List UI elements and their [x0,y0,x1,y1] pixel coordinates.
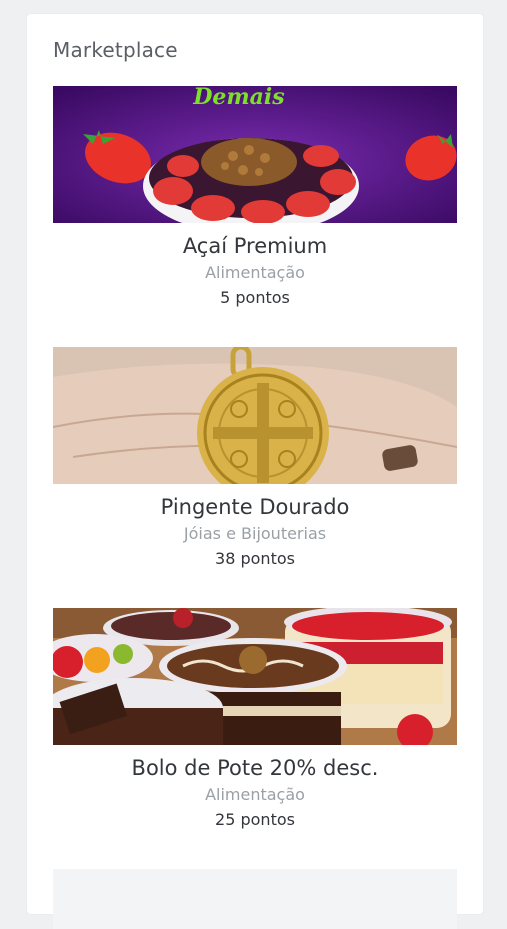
acai-image-text: Demais [192,86,284,110]
gold-pendant-image[interactable] [53,347,457,484]
cake-jars-image[interactable] [53,608,457,745]
product-card-acai[interactable]: Demais Açaí Premium Alimentação 5 pontos [53,86,457,309]
product-name: Açaí Premium [182,234,328,258]
product-category: Alimentação [205,785,305,804]
next-product-card[interactable] [53,869,457,929]
acai-bowl-image[interactable]: Demais [53,86,457,223]
product-category: Jóias e Bijouterias [183,524,327,543]
product-points: 5 pontos [220,288,290,307]
marketplace-panel: Marketplace Demais Açaí Premium Alimenta… [27,14,483,929]
page-title: Marketplace [53,38,178,62]
product-name: Bolo de Pote 20% desc. [131,756,379,780]
product-card-pendant[interactable]: Pingente Dourado Jóias e Bijouterias 38 … [53,347,457,570]
product-points: 25 pontos [215,810,295,829]
product-category: Alimentação [205,263,305,282]
product-name: Pingente Dourado [160,495,350,519]
product-card-cake[interactable]: Bolo de Pote 20% desc. Alimentação 25 po… [53,608,457,831]
product-points: 38 pontos [215,549,295,568]
